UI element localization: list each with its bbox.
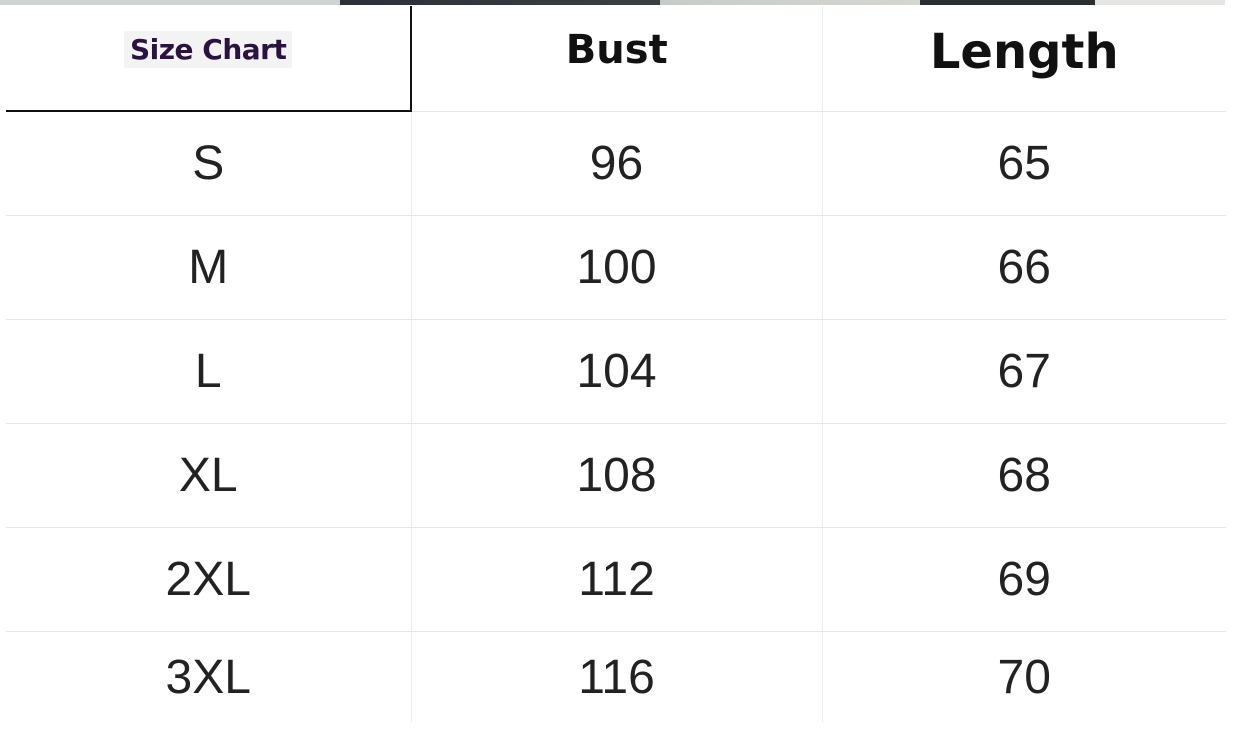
length-cell: 69: [822, 527, 1226, 632]
corner-cell: Size Chart: [6, 6, 412, 112]
size-chart-label: Size Chart: [124, 31, 293, 68]
bust-header-label: Bust: [565, 27, 668, 74]
size-cell: 3XL: [6, 631, 412, 722]
column-header-length: Length: [822, 6, 1226, 112]
bust-cell: 100: [411, 215, 823, 320]
size-chart-page: Size Chart Bust Length S 96 65 M 100 66: [0, 0, 1259, 754]
table-row: L 104 67: [6, 319, 1226, 424]
length-cell: 70: [997, 650, 1051, 704]
table-header-row: Size Chart Bust Length: [6, 6, 1226, 112]
column-header-bust: Bust: [411, 6, 823, 112]
bust-cell: 116: [411, 631, 823, 722]
length-cell: 67: [822, 319, 1226, 424]
size-cell: M: [6, 215, 412, 320]
bust-cell: 112: [411, 527, 823, 632]
bust-cell: 104: [411, 319, 823, 424]
bust-cell: 108: [411, 423, 823, 528]
table-row: S 96 65: [6, 111, 1226, 216]
size-cell: L: [6, 319, 412, 424]
length-header-label: Length: [929, 24, 1119, 81]
length-cell: 66: [822, 215, 1226, 320]
size-cell: S: [6, 111, 412, 216]
table-row: 2XL 112 69: [6, 527, 1226, 632]
bust-cell: 96: [411, 111, 823, 216]
table-row: XL 108 68: [6, 423, 1226, 528]
size-cell: 2XL: [6, 527, 412, 632]
table-row: 3XL 116 70: [6, 631, 1226, 722]
table-row: M 100 66: [6, 215, 1226, 320]
size-chart-table: Size Chart Bust Length S 96 65 M 100 66: [6, 6, 1226, 722]
product-photo-strip: [0, 0, 1259, 5]
length-cell: 65: [822, 111, 1226, 216]
length-cell: 68: [822, 423, 1226, 528]
size-cell: XL: [6, 423, 412, 528]
